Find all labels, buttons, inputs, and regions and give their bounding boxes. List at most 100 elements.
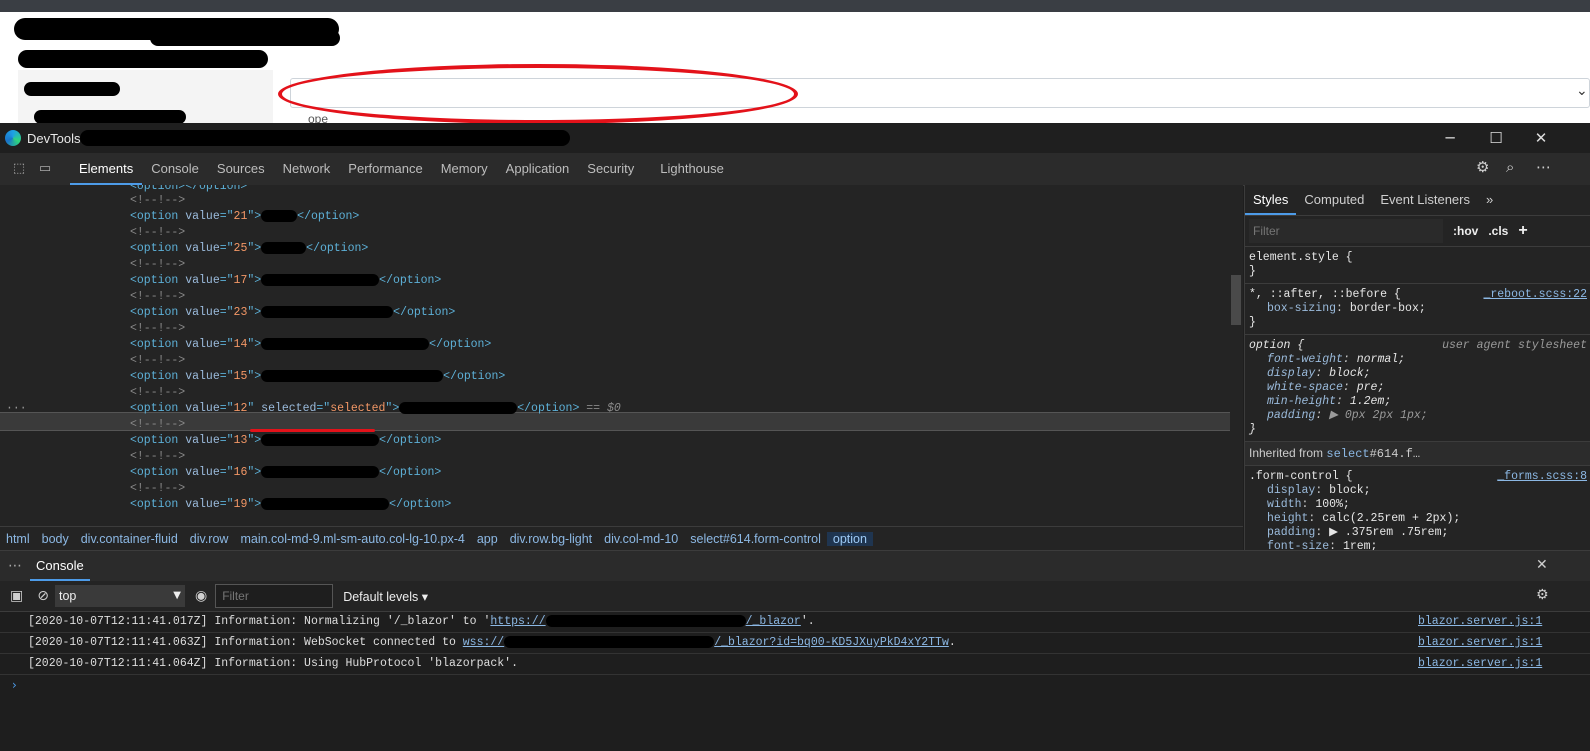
tab-lighthouse[interactable]: Lighthouse [651, 153, 733, 185]
message-link[interactable]: https:// [490, 615, 545, 628]
tab-elements[interactable]: Elements [70, 153, 143, 185]
message-link-tail[interactable]: /_blazor?id=bq00-KD5JXuyPkD4xY2TTw [714, 636, 949, 649]
cls-button[interactable]: .cls [1488, 224, 1508, 238]
close-drawer-icon[interactable]: ✕ [1536, 557, 1548, 573]
dom-comment[interactable]: <!--!--> [130, 449, 185, 465]
close-icon[interactable]: ✕ [1527, 127, 1555, 149]
css-property[interactable]: min-height: 1.2em; [1249, 395, 1587, 409]
breadcrumb-app[interactable]: app [471, 532, 504, 546]
user-agent-rule[interactable]: option { user agent stylesheet font-weig… [1245, 335, 1590, 442]
tab-sources[interactable]: Sources [208, 153, 274, 185]
tab-performance[interactable]: Performance [339, 153, 431, 185]
dom-comment[interactable]: <!--!--> [130, 289, 185, 305]
dom-comment[interactable]: <!--!--> [130, 417, 185, 433]
console-message[interactable]: [2020-10-07T12:11:41.063Z] Information: … [0, 633, 1590, 654]
dom-option[interactable]: <option value="17"> </option> [130, 273, 441, 289]
sidebar-toggle-icon[interactable]: ▣ [10, 588, 23, 604]
tab-computed[interactable]: Computed [1296, 185, 1372, 215]
dom-option[interactable]: <option value="13"> </option> [130, 433, 441, 449]
log-levels-dropdown[interactable]: Default levels ▾ [343, 589, 428, 604]
breadcrumb-option[interactable]: option [826, 532, 873, 546]
breadcrumb-col-md-10[interactable]: div.col-md-10 [598, 532, 684, 546]
console-message[interactable]: [2020-10-07T12:11:41.017Z] Information: … [0, 612, 1590, 633]
tab-memory[interactable]: Memory [432, 153, 497, 185]
new-rule-icon[interactable]: + [1518, 222, 1527, 240]
settings-gear-icon[interactable]: ⚙ [1476, 158, 1489, 176]
breadcrumb-row[interactable]: div.row [184, 532, 235, 546]
dom-option[interactable]: <option value="19"> </option> [130, 497, 451, 513]
device-toolbar-icon[interactable]: ▭ [34, 158, 56, 180]
node-actions-dots[interactable]: ··· [6, 401, 27, 417]
dom-option[interactable]: <option value="21"> </option> [130, 209, 359, 225]
message-source-link[interactable]: blazor.server.js:1 [1418, 612, 1542, 632]
css-property[interactable]: font-size: 1rem; [1249, 540, 1587, 550]
tab-security[interactable]: Security [578, 153, 643, 185]
message-link[interactable]: wss:// [463, 636, 504, 649]
dom-option[interactable]: <option value="23"> </option> [130, 305, 455, 321]
minimize-icon[interactable]: ─ [1436, 127, 1464, 149]
elements-scrollbar[interactable] [1231, 275, 1241, 325]
breadcrumb-main[interactable]: main.col-md-9.ml-sm-auto.col-lg-10.px-4 [234, 532, 470, 546]
chevron-down-icon[interactable]: ⌄ [1576, 83, 1588, 99]
dom-comment[interactable]: <!--!--> [130, 225, 185, 241]
rule-source-link[interactable]: _reboot.scss:22 [1483, 288, 1587, 302]
css-property[interactable]: display: block; [1249, 367, 1587, 381]
dom-comment[interactable]: <!--!--> [130, 321, 185, 337]
rule-source-link[interactable]: _forms.scss:8 [1497, 470, 1587, 484]
message-link-tail[interactable]: /_blazor [746, 615, 801, 628]
dom-option-selected[interactable]: <option value="12" selected="selected"> <… [130, 401, 621, 417]
dom-comment[interactable]: <!--!--> [130, 481, 185, 497]
tab-event-listeners[interactable]: Event Listeners [1372, 185, 1478, 215]
css-property[interactable]: white-space: pre; [1249, 381, 1587, 395]
css-property[interactable]: font-weight: normal; [1249, 353, 1587, 367]
inspect-element-icon[interactable]: ⬚ [8, 158, 30, 180]
comment-text: <!--!--> [130, 354, 186, 367]
redacted-url [80, 130, 570, 146]
tab-console[interactable]: Console [142, 153, 208, 185]
dom-comment[interactable]: <!--!--> [130, 193, 185, 209]
feedback-icon[interactable]: ⌕ [1506, 158, 1514, 176]
console-settings-gear-icon[interactable]: ⚙ [1536, 587, 1549, 603]
dom-option[interactable]: <option value="25"> </option> [130, 241, 368, 257]
styles-filter-input[interactable] [1249, 219, 1443, 243]
console-message[interactable]: [2020-10-07T12:11:41.064Z] Information: … [0, 654, 1590, 675]
css-property[interactable]: box-sizing: border-box; [1249, 302, 1587, 316]
element-style-rule[interactable]: element.style { } [1245, 247, 1590, 284]
dom-option[interactable]: <option value="16"> </option> [130, 465, 441, 481]
console-prompt[interactable]: › [0, 675, 1590, 695]
drawer-menu-icon[interactable]: ⋯ [8, 558, 22, 574]
breadcrumb-select[interactable]: select#614.form-control [684, 532, 827, 546]
context-selector[interactable]: top ▼ [54, 585, 185, 607]
breadcrumb-html[interactable]: html [0, 532, 36, 546]
breadcrumb-body[interactable]: body [36, 532, 75, 546]
form-control-rule[interactable]: .form-control { _forms.scss:8 display: b… [1245, 466, 1590, 550]
tab-styles[interactable]: Styles [1245, 185, 1297, 215]
console-filter-input[interactable] [215, 584, 334, 608]
css-property[interactable]: padding: ▶ 0px 2px 1px; [1249, 409, 1587, 423]
hov-button[interactable]: :hov [1453, 224, 1478, 238]
css-property[interactable]: padding: ▶ .375rem .75rem; [1249, 526, 1587, 540]
drawer-tab-console[interactable]: Console [30, 551, 90, 581]
tab-application[interactable]: Application [497, 153, 579, 185]
clear-console-icon[interactable]: ⊘ [37, 588, 49, 604]
more-options-icon[interactable]: ⋯ [1536, 158, 1551, 176]
eye-icon[interactable]: ◉ [195, 588, 207, 604]
dom-comment[interactable]: <!--!--> [130, 385, 185, 401]
css-property[interactable]: width: 100%; [1249, 498, 1587, 512]
maximize-icon[interactable]: ☐ [1482, 127, 1510, 149]
dom-option[interactable]: <option value="15"> </option> [130, 369, 505, 385]
css-property[interactable]: display: block; [1249, 484, 1587, 498]
css-property[interactable]: height: calc(2.25rem + 2px); [1249, 512, 1587, 526]
message-source-link[interactable]: blazor.server.js:1 [1418, 654, 1542, 674]
breadcrumb-container[interactable]: div.container-fluid [75, 532, 184, 546]
inherited-link[interactable]: select [1326, 447, 1369, 461]
prop-name: padding [1267, 526, 1316, 539]
dom-comment[interactable]: <!--!--> [130, 257, 185, 273]
message-source-link[interactable]: blazor.server.js:1 [1418, 633, 1542, 653]
more-tabs-icon[interactable]: » [1478, 185, 1501, 215]
dom-option[interactable]: <option value="14"> </option> [130, 337, 491, 353]
reboot-rule[interactable]: *, ::after, ::before { _reboot.scss:22 b… [1245, 284, 1590, 335]
breadcrumb-row-bg-light[interactable]: div.row.bg-light [504, 532, 598, 546]
tab-network[interactable]: Network [274, 153, 340, 185]
dom-comment[interactable]: <!--!--> [130, 353, 185, 369]
